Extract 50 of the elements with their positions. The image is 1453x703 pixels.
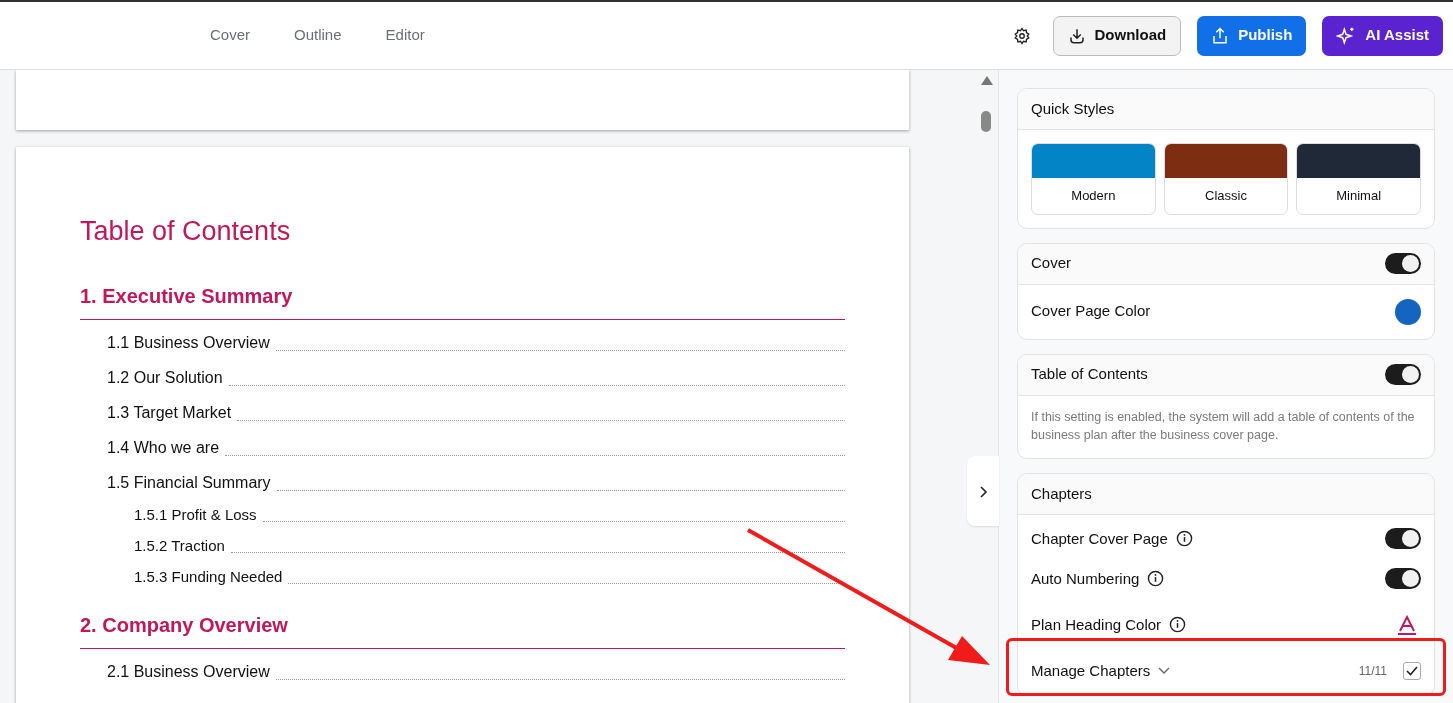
info-icon (1147, 570, 1165, 588)
toc-entry[interactable]: 1.2 Our Solution (107, 366, 223, 391)
card-title: Quick Styles (1031, 98, 1115, 119)
setting-label: Chapter Cover Page (1031, 528, 1168, 549)
toggle-switch[interactable] (1385, 528, 1421, 550)
section-heading: 1. Executive Summary (80, 281, 845, 321)
info-icon (1169, 616, 1187, 634)
toc-entry[interactable]: 1.5.1 Profit & Loss (134, 503, 257, 527)
setting-label[interactable]: Manage Chapters (1031, 659, 1151, 682)
text-color-icon[interactable] (1397, 614, 1417, 635)
toc-entry[interactable]: 1.5.2 Traction (134, 534, 225, 558)
setting-label: Plan Heading Color (1031, 614, 1162, 635)
style-preset[interactable]: Classic (1163, 143, 1289, 215)
settings-icon[interactable] (1012, 26, 1031, 45)
download-icon (1067, 26, 1086, 45)
section-heading: 2. Company Overview (80, 610, 845, 650)
publish-button[interactable]: Publish (1197, 15, 1307, 56)
checkbox[interactable] (1403, 661, 1421, 680)
toggle-switch[interactable] (1385, 364, 1421, 385)
chevron-down-icon[interactable] (1158, 666, 1171, 675)
setting-label: Cover Page Color (1031, 301, 1151, 322)
sparkle-icon (1336, 25, 1357, 46)
toc-entry[interactable]: 1.4 Who we are (107, 436, 220, 461)
nav-tab[interactable]: Outline (272, 18, 364, 53)
card-title: Cover (1031, 253, 1071, 274)
card-title: Table of Contents (1031, 364, 1148, 385)
chapter-count: 11/11 (1358, 662, 1387, 680)
nav-tab[interactable]: Editor (363, 18, 447, 53)
toggle-switch[interactable] (1385, 253, 1421, 274)
upload-icon (1211, 25, 1230, 46)
toc-title: Table of Contents (80, 215, 292, 248)
nav-tab[interactable]: Cover (188, 18, 272, 53)
scroll-up-icon[interactable] (981, 76, 993, 85)
setting-description: If this setting is enabled, the system will add a table of contents of the business plan after the business cover page. (1030, 408, 1416, 444)
toggle-switch[interactable] (1385, 568, 1421, 590)
card-title: Chapters (1031, 483, 1092, 504)
ai-assist-button[interactable]: AI Assist (1322, 15, 1443, 56)
setting-label: Auto Numbering (1031, 568, 1140, 589)
info-icon (1175, 530, 1193, 548)
download-button[interactable]: Download (1052, 15, 1182, 56)
style-preset[interactable]: Modern (1031, 143, 1156, 215)
scrollbar-thumb[interactable] (981, 111, 991, 132)
toc-entry[interactable]: 1.3 Target Market (107, 401, 232, 426)
toc-entry[interactable]: 1.5.3 Funding Needed (134, 565, 283, 589)
chevron-right-icon (978, 484, 988, 499)
toc-entry[interactable]: 2.1 Business Overview (107, 660, 270, 685)
style-preset[interactable]: Minimal (1296, 143, 1421, 215)
toc-entry[interactable]: 1.5 Financial Summary (107, 471, 271, 496)
color-swatch[interactable] (1395, 298, 1421, 325)
toc-entry[interactable]: 1.1 Business Overview (107, 331, 270, 356)
